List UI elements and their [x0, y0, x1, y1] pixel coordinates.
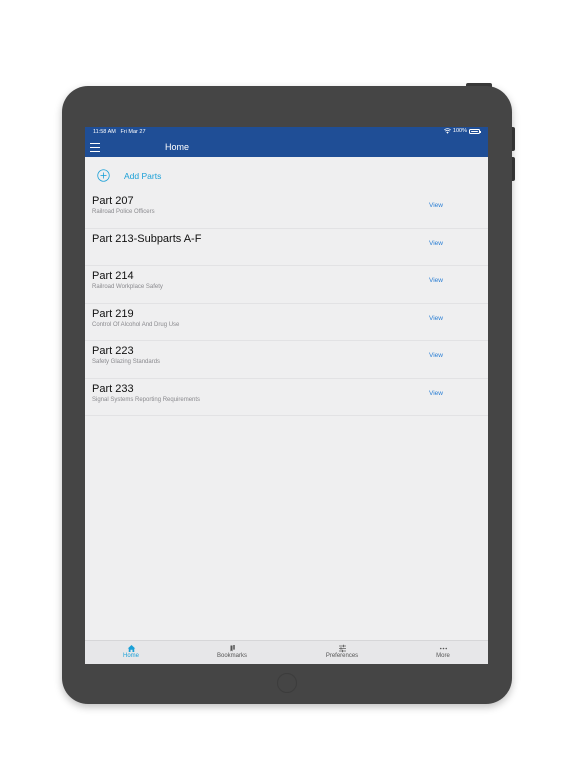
- battery-icon: [469, 128, 481, 134]
- part-title: Part 213-Subparts A-F: [92, 232, 202, 245]
- status-date-text: Fri Mar 27: [120, 129, 146, 135]
- view-button[interactable]: View: [429, 352, 443, 359]
- tab-more-label: More: [436, 653, 450, 659]
- hamburger-menu-icon[interactable]: [90, 142, 100, 153]
- home-icon: [127, 645, 135, 652]
- part-row[interactable]: Part 207 Railroad Police Officers View: [85, 191, 488, 229]
- part-subtitle: Railroad Police Officers: [92, 209, 155, 215]
- tab-preferences-label: Preferences: [325, 653, 359, 659]
- part-row[interactable]: Part 223 Safety Glazing Standards View: [85, 341, 488, 379]
- device-home-button[interactable]: [277, 673, 297, 693]
- tab-home-label: Home: [122, 653, 139, 659]
- page-title: Home: [165, 142, 190, 152]
- tab-bar: Home Bookmarks Preferences More: [85, 640, 488, 664]
- part-title: Part 219: [92, 307, 134, 320]
- more-icon: [439, 647, 447, 650]
- bookmarks-icon: [230, 645, 235, 652]
- part-subtitle: Railroad Workplace Safety: [92, 284, 163, 290]
- add-parts-button[interactable]: Add Parts: [97, 169, 161, 182]
- plus-circle-icon: [97, 169, 110, 182]
- part-subtitle: Safety Glazing Standards: [92, 359, 161, 365]
- view-button[interactable]: View: [429, 315, 443, 322]
- sliders-icon: [338, 644, 346, 653]
- add-parts-label: Add Parts: [124, 170, 162, 181]
- app-screen: 11:58 AM Fri Mar 27 100% Home Add Parts: [85, 127, 488, 664]
- part-title: Part 233: [92, 382, 134, 395]
- part-row[interactable]: Part 219 Control Of Alcohol And Drug Use…: [85, 304, 488, 341]
- battery-percent: 100%: [452, 128, 467, 134]
- tab-bookmarks-label: Bookmarks: [216, 653, 247, 659]
- part-subtitle: Control Of Alcohol And Drug Use: [92, 321, 180, 328]
- part-row[interactable]: Part 214 Railroad Workplace Safety View: [85, 266, 488, 304]
- tab-home[interactable]: Home: [91, 643, 171, 664]
- view-button[interactable]: View: [429, 240, 443, 247]
- tab-bookmarks[interactable]: Bookmarks: [192, 643, 272, 664]
- status-time: 11:58 AM Fri Mar 27: [93, 129, 146, 135]
- part-row[interactable]: Part 233 Signal Systems Reporting Requir…: [85, 379, 488, 416]
- view-button[interactable]: View: [429, 202, 443, 209]
- status-indicators: 100%: [443, 128, 481, 134]
- wifi-icon: [443, 128, 451, 134]
- parts-list: Part 207 Railroad Police Officers View P…: [85, 191, 488, 416]
- tab-preferences[interactable]: Preferences: [302, 643, 382, 664]
- navigation-bar: Home: [85, 138, 488, 157]
- view-button[interactable]: View: [429, 277, 443, 284]
- part-title: Part 223: [92, 345, 134, 357]
- part-row[interactable]: Part 213-Subparts A-F View: [85, 229, 488, 266]
- view-button[interactable]: View: [429, 390, 443, 397]
- part-title: Part 214: [92, 270, 134, 282]
- part-title: Part 207: [92, 195, 134, 207]
- status-time-text: 11:58 AM: [93, 129, 116, 135]
- part-subtitle: Signal Systems Reporting Requirements: [92, 396, 201, 403]
- tab-more[interactable]: More: [403, 643, 483, 664]
- status-bar: 11:58 AM Fri Mar 27 100%: [85, 127, 488, 138]
